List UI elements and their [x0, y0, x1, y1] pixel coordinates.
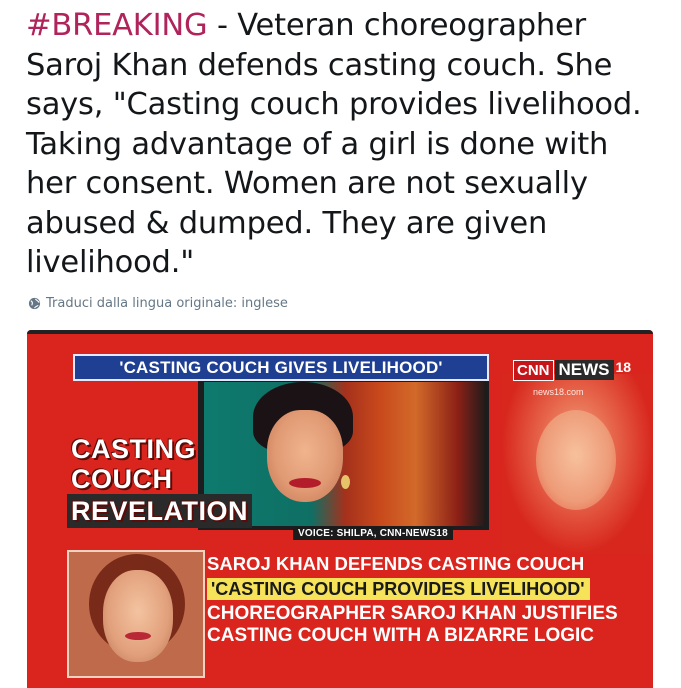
photo-earring — [341, 475, 350, 489]
voice-credit: VOICE: SHILPA, CNN-NEWS18 — [293, 527, 453, 540]
ticker-description: CHOREOGRAPHER SAROJ KHAN JUSTIFIES CASTI… — [207, 603, 618, 646]
thumbnail-portrait — [67, 550, 205, 678]
logo-news: NEWS — [554, 360, 614, 380]
thumbnail-face — [103, 570, 173, 662]
tweet-media-image[interactable]: 'CASTING COUCH GIVES LIVELIHOOD' CNN NEW… — [27, 330, 653, 688]
photo-lips — [289, 478, 321, 488]
thumbnail-lips — [125, 632, 151, 640]
translate-link[interactable]: Traduci dalla lingua originale: inglese — [28, 296, 288, 311]
media-top-edge — [27, 330, 653, 334]
top-headline-banner: 'CASTING COUCH GIVES LIVELIHOOD' — [73, 354, 489, 381]
globe-icon — [28, 297, 41, 310]
background-face — [536, 410, 616, 510]
logo-number: 18 — [615, 359, 632, 375]
tweet-body: - Veteran choreographer Saroj Khan defen… — [26, 8, 642, 280]
show-title: CASTING COUCH REVELATION — [67, 434, 253, 528]
title-line-1: CASTING — [71, 434, 196, 464]
ticker-headline: SAROJ KHAN DEFENDS CASTING COUCH — [207, 553, 585, 574]
channel-logo: CNN NEWS 18 — [513, 360, 631, 381]
background-portrait — [502, 374, 653, 554]
ticker-quote: 'CASTING COUCH PROVIDES LIVELIHOOD' — [207, 578, 590, 600]
title-line-3: REVELATION — [67, 494, 253, 528]
tweet-text: #BREAKING - Veteran choreographer Saroj … — [26, 6, 666, 283]
logo-cnn: CNN — [513, 360, 554, 381]
photo-face — [267, 410, 343, 502]
translate-label: Traduci dalla lingua originale: inglese — [46, 296, 288, 311]
title-line-2: COUCH — [71, 464, 173, 494]
logo-site: news18.com — [533, 387, 584, 397]
hashtag-link[interactable]: #BREAKING — [26, 8, 208, 43]
